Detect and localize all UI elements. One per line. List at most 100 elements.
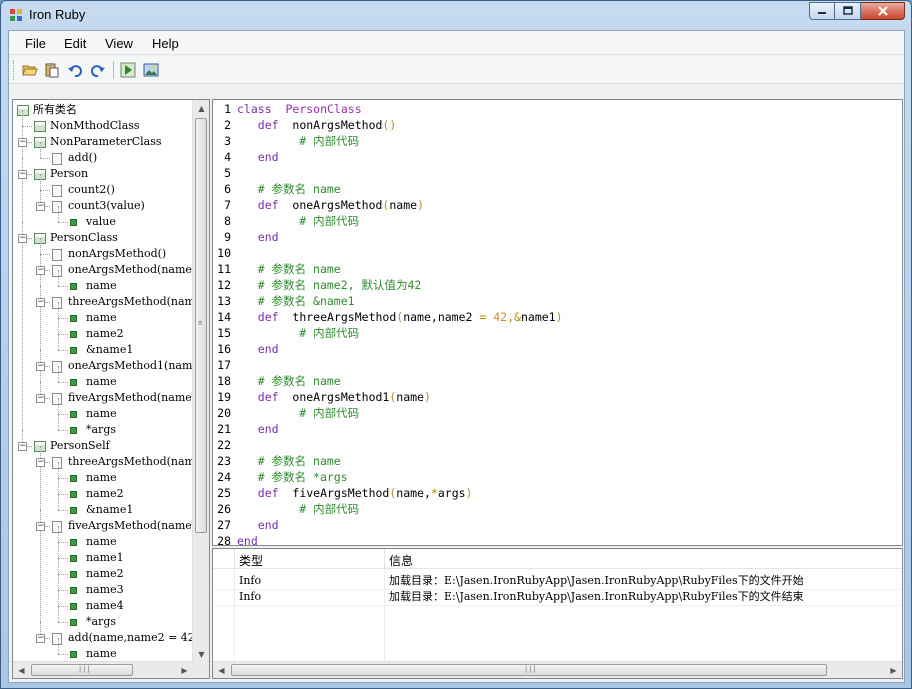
- paste-button[interactable]: [42, 60, 62, 80]
- tree-node[interactable]: name: [86, 278, 117, 294]
- scroll-right-icon[interactable]: ▶: [176, 662, 193, 678]
- tree-node[interactable]: name1: [86, 550, 124, 566]
- tree-node[interactable]: name: [86, 534, 117, 550]
- collapse-icon[interactable]: −: [36, 362, 45, 371]
- tree-node[interactable]: add(): [68, 150, 97, 166]
- tree-node[interactable]: Person: [50, 166, 88, 182]
- code-editor[interactable]: 1 class PersonClass 2 def nonArgsMethod() 3…: [212, 99, 903, 546]
- tree-node[interactable]: name2: [86, 326, 124, 342]
- code-token: # 内部代码: [237, 134, 360, 148]
- close-button[interactable]: [861, 2, 905, 20]
- collapse-icon[interactable]: −: [36, 394, 45, 403]
- collapse-icon[interactable]: −: [36, 202, 45, 211]
- tree-scroll-thumb[interactable]: ≡: [195, 118, 207, 533]
- collapse-icon[interactable]: −: [36, 266, 45, 275]
- log-row-message[interactable]: 加载目录：E:\Jasen.IronRubyApp\Jasen.IronRuby…: [389, 573, 804, 589]
- tree-node[interactable]: fiveArgsMethod(name,*: [68, 390, 201, 406]
- log-row-type[interactable]: Info: [239, 573, 261, 589]
- method-icon: [52, 457, 62, 469]
- run-button[interactable]: [118, 60, 138, 80]
- collapse-icon[interactable]: −: [18, 138, 27, 147]
- tree-node[interactable]: threeArgsMethod(name,: [68, 454, 205, 470]
- tree-node[interactable]: add(name,name2 = 42,&: [68, 630, 208, 646]
- menu-edit[interactable]: Edit: [64, 36, 86, 51]
- undo-button[interactable]: [65, 60, 85, 80]
- tree-node[interactable]: *args: [86, 422, 116, 438]
- tree-node[interactable]: name3: [86, 582, 124, 598]
- log-scroll-thumb[interactable]: |||: [231, 664, 827, 676]
- code-token: class: [237, 102, 286, 116]
- tree-connector: [58, 606, 59, 622]
- method-icon: [52, 265, 62, 277]
- tree-node[interactable]: name4: [86, 598, 124, 614]
- tree-node[interactable]: *args: [86, 614, 116, 630]
- code-text: # 参数名 name: [237, 453, 341, 469]
- tree-hscroll-thumb[interactable]: |||: [31, 664, 133, 676]
- collapse-icon[interactable]: −: [18, 442, 27, 451]
- tree-node[interactable]: &name1: [86, 502, 133, 518]
- tree-node[interactable]: value: [86, 214, 116, 230]
- collapse-icon[interactable]: −: [36, 634, 45, 643]
- tree-node[interactable]: name2: [86, 486, 124, 502]
- tree-root[interactable]: 所有类名: [33, 102, 77, 118]
- tree-connector: [58, 622, 68, 623]
- tree-node[interactable]: name: [86, 310, 117, 326]
- tree-node[interactable]: threeArgsMethod(name,: [68, 294, 205, 310]
- open-button[interactable]: [20, 60, 40, 80]
- menu-file[interactable]: File: [25, 36, 46, 51]
- collapse-icon[interactable]: −: [18, 234, 27, 243]
- method-icon: [52, 249, 62, 261]
- tree-horizontal-scrollbar[interactable]: ◀ ||| ▶: [13, 661, 193, 678]
- method-icon: [52, 153, 62, 165]
- tree-vertical-scrollbar[interactable]: ▲ ≡ ▼: [192, 100, 209, 663]
- tree-node[interactable]: NonMthodClass: [50, 118, 140, 134]
- scroll-left-icon[interactable]: ◀: [13, 662, 30, 678]
- tree-node[interactable]: nonArgsMethod(): [68, 246, 166, 262]
- collapse-icon[interactable]: −: [36, 522, 45, 531]
- collapse-icon[interactable]: −: [36, 458, 45, 467]
- menu-view[interactable]: View: [105, 36, 133, 51]
- collapse-icon[interactable]: −: [18, 170, 27, 179]
- tree-node[interactable]: oneArgsMethod1(name): [68, 358, 203, 374]
- tree-node[interactable]: name: [86, 406, 117, 422]
- scroll-up-icon[interactable]: ▲: [193, 100, 209, 117]
- tree-node[interactable]: name: [86, 374, 117, 390]
- paste-icon: [45, 63, 59, 78]
- code-token: # 内部代码: [237, 214, 360, 228]
- log-row-message[interactable]: 加载目录：E:\Jasen.IronRubyApp\Jasen.IronRuby…: [389, 589, 804, 605]
- menu-help[interactable]: Help: [152, 36, 179, 51]
- tree-root-icon: [17, 105, 29, 116]
- column-header-type[interactable]: 类型: [239, 552, 263, 569]
- tree-node[interactable]: count3(value): [68, 198, 145, 214]
- scroll-right-icon[interactable]: ▶: [885, 662, 902, 678]
- class-tree[interactable]: 所有类名 NonMthodClass − NonParameterClass add()…: [12, 99, 210, 679]
- tree-node[interactable]: PersonClass: [50, 230, 118, 246]
- log-list[interactable]: 类型 信息 Info 加载目录：E:\Jasen.IronRubyApp\Jas…: [212, 548, 903, 679]
- tree-node[interactable]: oneArgsMethod(name): [68, 262, 196, 278]
- scroll-left-icon[interactable]: ◀: [213, 662, 230, 678]
- collapse-icon[interactable]: −: [36, 298, 45, 307]
- redo-button[interactable]: [88, 60, 108, 80]
- tree-node[interactable]: &name1: [86, 342, 133, 358]
- column-header-message[interactable]: 信息: [389, 552, 413, 569]
- tree-node[interactable]: PersonSelf: [50, 438, 110, 454]
- title-bar[interactable]: Iron Ruby: [1, 1, 911, 29]
- undo-icon: [68, 65, 82, 78]
- parameter-icon: [70, 571, 77, 578]
- main-window: Iron Ruby File Edit View Help 所有类名 NonMt…: [0, 0, 912, 689]
- tree-node[interactable]: name: [86, 470, 117, 486]
- tree-node[interactable]: name: [86, 646, 117, 662]
- log-horizontal-scrollbar[interactable]: ◀ ||| ▶: [213, 661, 902, 678]
- tree-node[interactable]: fiveArgsMethod(name,*: [68, 518, 201, 534]
- app-icon: [10, 9, 22, 21]
- log-row-type[interactable]: Info: [239, 589, 261, 605]
- tree-node[interactable]: count2(): [68, 182, 115, 198]
- maximize-button[interactable]: [835, 2, 861, 20]
- tree-connector: [22, 222, 23, 446]
- parameter-icon: [70, 347, 77, 354]
- toolbar-grip[interactable]: [13, 60, 16, 80]
- tree-node[interactable]: NonParameterClass: [50, 134, 162, 150]
- minimize-button[interactable]: [809, 2, 835, 20]
- tree-node[interactable]: name2: [86, 566, 124, 582]
- image-button[interactable]: [141, 60, 161, 80]
